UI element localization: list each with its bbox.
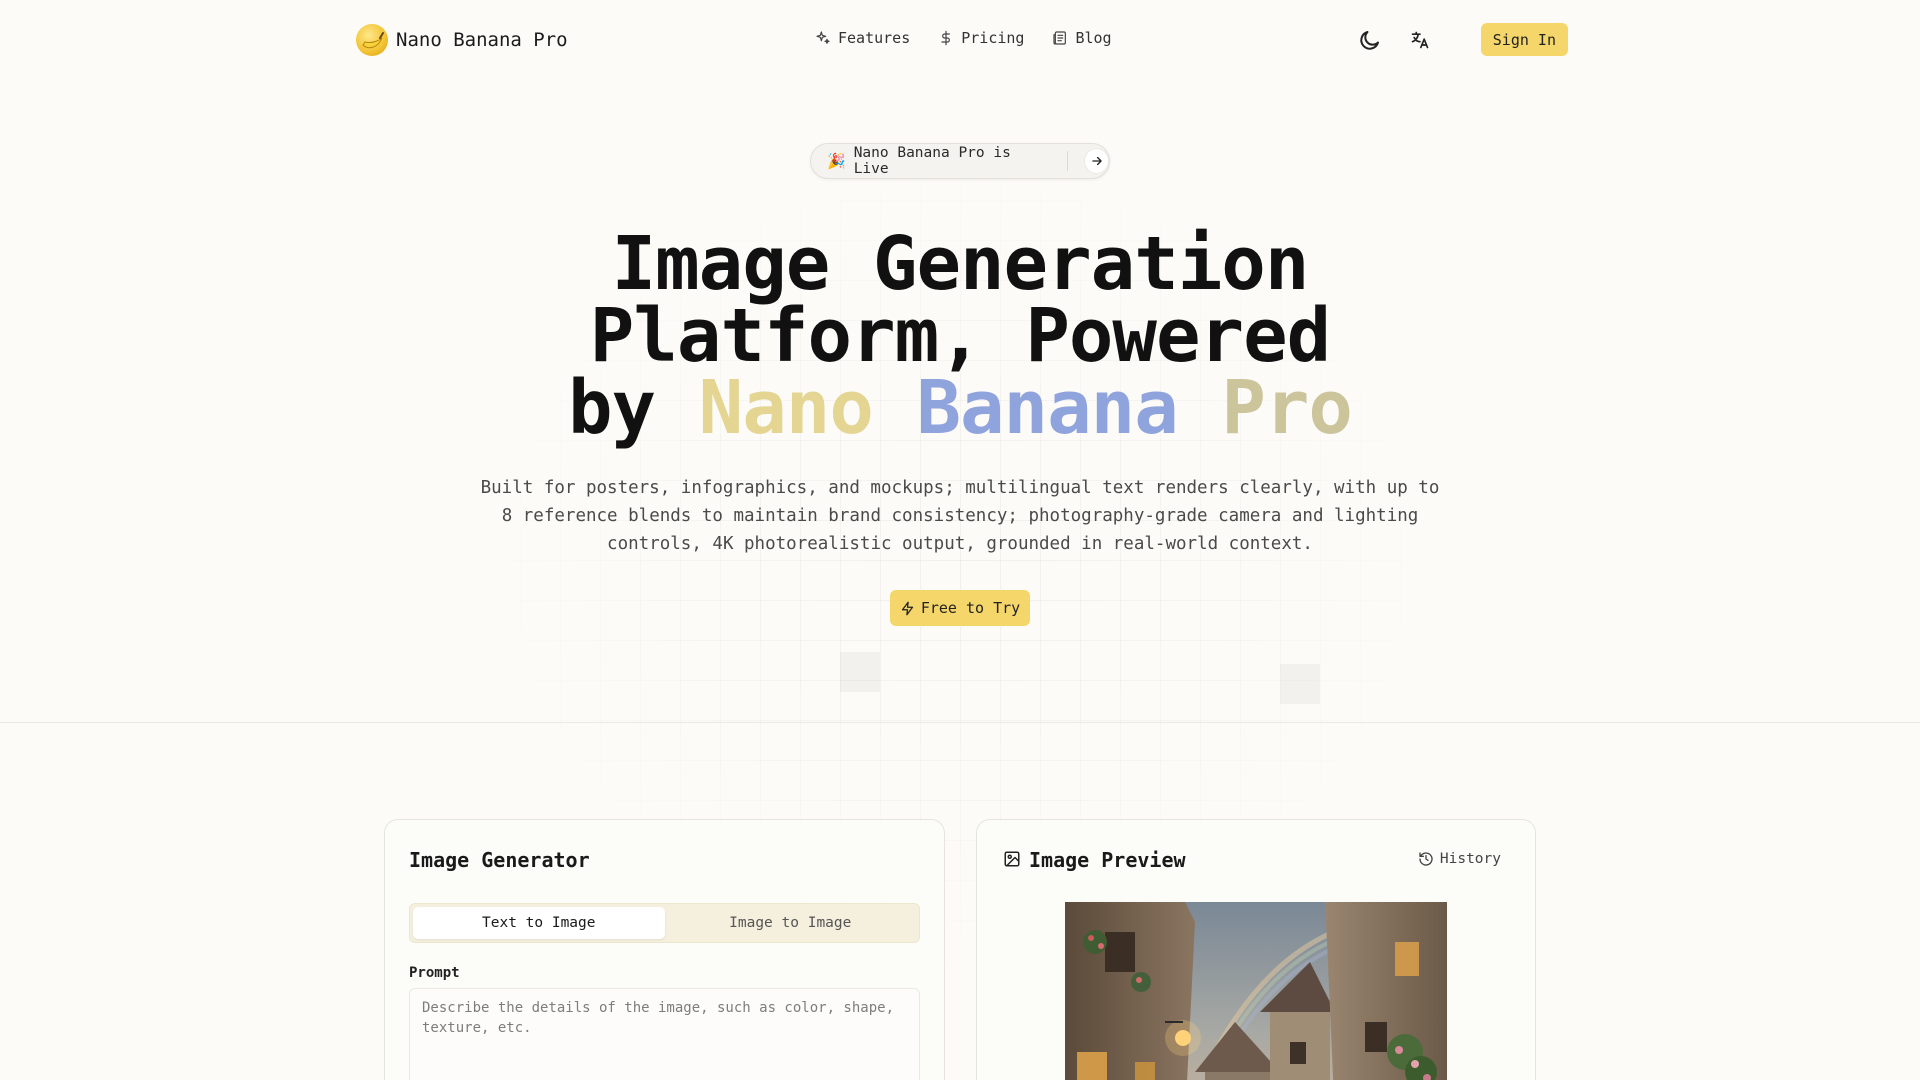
preview-title: Image Preview xyxy=(1029,848,1186,872)
image-preview-panel: Image Preview History xyxy=(976,819,1536,1080)
newspaper-icon xyxy=(1053,31,1067,45)
free-to-try-button[interactable]: Free to Try xyxy=(890,590,1030,626)
hero-subtitle: Built for posters, infographics, and moc… xyxy=(480,478,1440,554)
nav-label: Features xyxy=(838,29,911,47)
generator-title: Image Generator xyxy=(409,848,590,872)
announcement-text: Nano Banana Pro is Live xyxy=(853,145,1011,177)
lightning-icon xyxy=(901,601,913,615)
hero-title-nano: Nano xyxy=(698,365,874,451)
header-actions: Sign In xyxy=(1355,23,1568,56)
nav-label: Blog xyxy=(1075,29,1112,47)
preview-image xyxy=(1065,902,1447,1080)
announcement-divider xyxy=(1067,151,1069,171)
site-header: Nano Banana Pro Features Pricing Blog Si… xyxy=(0,0,1920,80)
language-button[interactable] xyxy=(1405,24,1435,56)
tab-image-to-image[interactable]: Image to Image xyxy=(665,907,917,939)
translate-icon xyxy=(1411,31,1429,48)
moon-icon xyxy=(1360,30,1379,50)
prompt-label: Prompt xyxy=(409,965,460,981)
arrow-right-icon[interactable] xyxy=(1084,148,1109,174)
sparkles-icon xyxy=(816,31,830,44)
history-icon xyxy=(1419,852,1433,866)
image-icon xyxy=(1004,851,1020,867)
page: Nano Banana Pro Features Pricing Blog Si… xyxy=(0,0,1920,1080)
prompt-input[interactable] xyxy=(409,988,920,1080)
hero-title-pro: Pro xyxy=(1221,365,1353,451)
hero-title-by: by xyxy=(568,365,656,451)
grid-highlight-cell xyxy=(1280,664,1320,704)
nav-item-blog[interactable]: Blog xyxy=(1052,29,1112,47)
cta-label: Free to Try xyxy=(920,599,1021,617)
hero-title-banana: Banana xyxy=(916,365,1178,451)
banana-logo-icon xyxy=(356,24,388,56)
hero-title: Image Generation Platform, Powered by Na… xyxy=(460,227,1460,445)
dollar-icon xyxy=(941,30,951,46)
section-divider xyxy=(0,722,1920,723)
tab-text-to-image[interactable]: Text to Image xyxy=(413,907,665,939)
generator-mode-tabs: Text to Image Image to Image xyxy=(409,903,920,943)
history-label: History xyxy=(1439,851,1501,867)
announcement-pill[interactable]: 🎉 Nano Banana Pro is Live xyxy=(810,143,1110,179)
nav-item-features[interactable]: Features xyxy=(815,29,910,47)
main-nav: Features Pricing Blog xyxy=(815,29,1112,47)
history-button[interactable]: History xyxy=(1418,851,1501,867)
theme-toggle-button[interactable] xyxy=(1355,24,1385,56)
image-generator-panel: Image Generator Text to Image Image to I… xyxy=(384,819,945,1080)
nav-label: Pricing xyxy=(961,29,1025,47)
brand[interactable]: Nano Banana Pro xyxy=(356,24,568,56)
brand-name: Nano Banana Pro xyxy=(396,29,568,51)
sign-in-button[interactable]: Sign In xyxy=(1480,23,1568,56)
party-icon: 🎉 xyxy=(827,152,846,170)
nav-item-pricing[interactable]: Pricing xyxy=(938,29,1024,47)
grid-highlight-cell xyxy=(840,652,880,692)
